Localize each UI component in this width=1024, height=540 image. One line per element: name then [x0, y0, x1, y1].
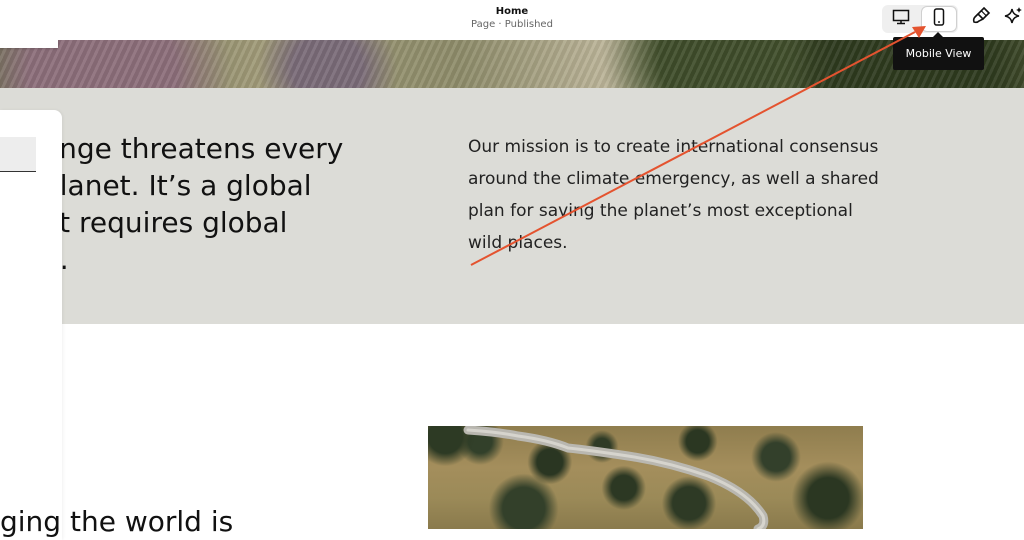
mobile-phone-icon: [933, 7, 945, 31]
landscape-image[interactable]: [428, 426, 863, 529]
site-styles-button[interactable]: [969, 6, 993, 30]
bottom-headline[interactable]: ging the world is: [0, 505, 233, 538]
side-panel-field[interactable]: [0, 137, 36, 172]
desktop-monitor-icon: [892, 9, 910, 30]
page-status: Page · Published: [471, 19, 553, 30]
page-title[interactable]: Home: [0, 6, 1024, 17]
section-headline[interactable]: ange threatens every planet. It’s a glob…: [42, 130, 402, 278]
desktop-view-button[interactable]: [884, 7, 918, 31]
mobile-view-button[interactable]: [922, 7, 956, 31]
editor-top-bar: Home Page · Published: [0, 0, 1024, 40]
ai-assistant-button[interactable]: [1002, 6, 1024, 30]
side-panel: [0, 110, 62, 540]
paintbrush-icon: [971, 6, 991, 31]
mission-paragraph[interactable]: Our mission is to create international c…: [468, 131, 888, 259]
hero-left-card: [0, 40, 58, 48]
view-toggle: [882, 5, 958, 33]
sparkle-icon: [1004, 6, 1024, 31]
hero-image: [0, 40, 1024, 88]
mobile-view-tooltip: Mobile View: [893, 32, 984, 70]
